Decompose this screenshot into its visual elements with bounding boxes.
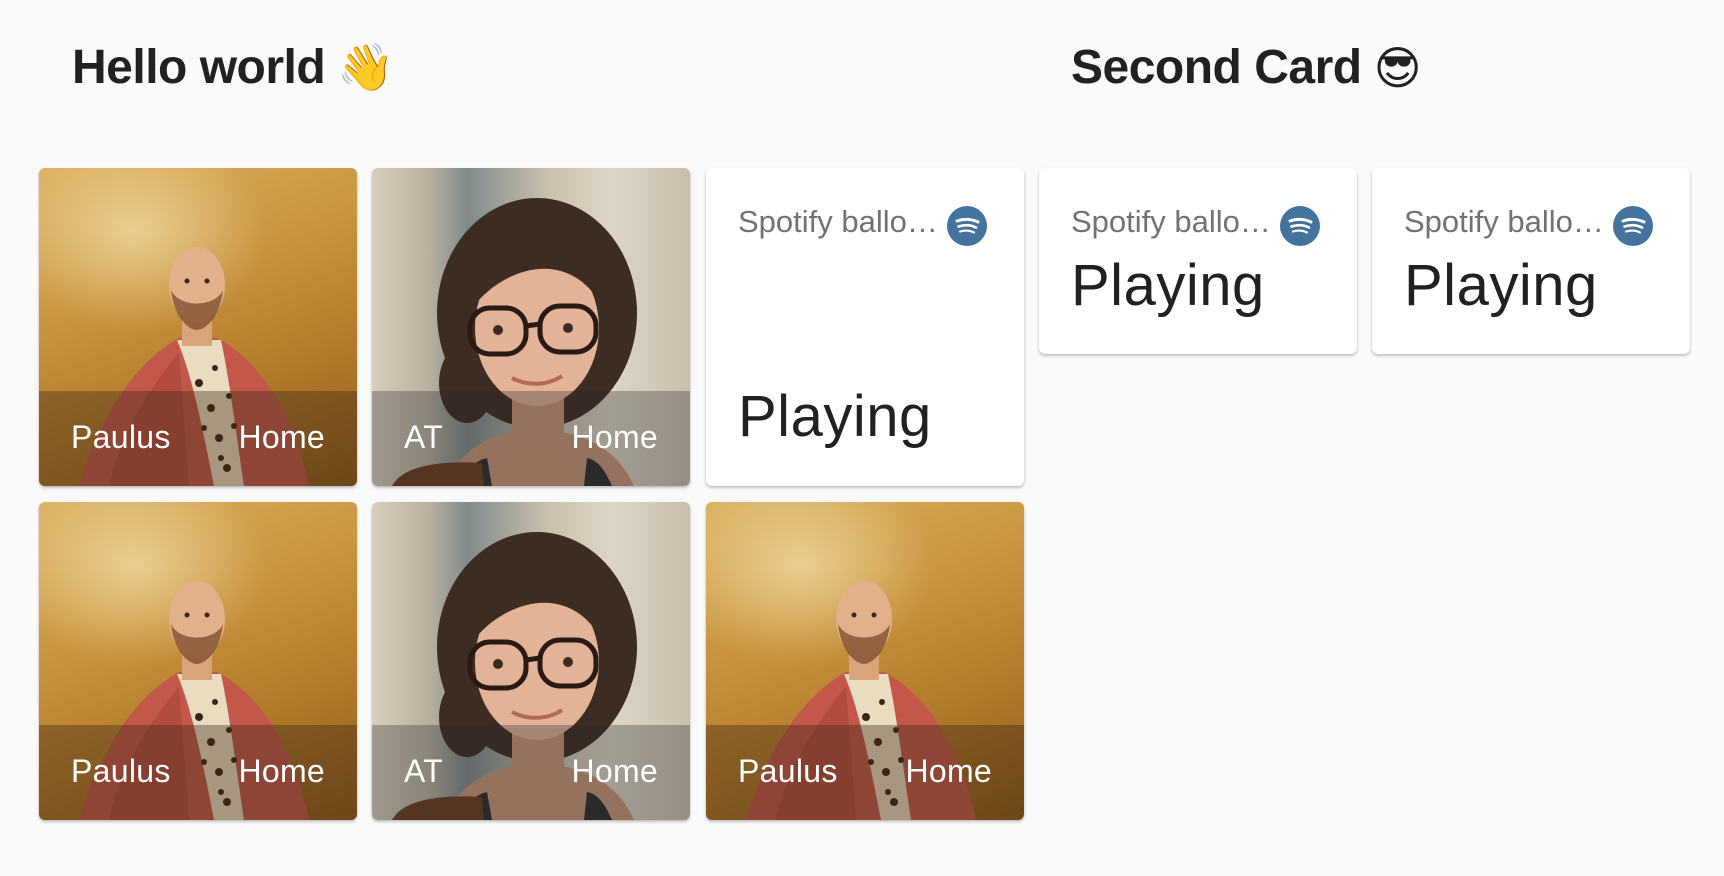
tile-state: Home <box>238 753 325 789</box>
tile-name: Paulus <box>738 753 838 789</box>
person-tile-paulus[interactable]: Paulus Home <box>39 502 357 820</box>
media-title: Spotify ballo… <box>1404 204 1604 239</box>
tile-state: Home <box>905 753 992 789</box>
media-state: Playing <box>738 384 932 449</box>
tile-name: Paulus <box>71 753 171 789</box>
person-tile-at[interactable]: AT Home <box>372 502 690 820</box>
person-tile-paulus[interactable]: Paulus Home <box>39 168 357 486</box>
media-tile-spotify[interactable]: Spotify ballo… Playing <box>1372 168 1690 354</box>
media-title: Spotify ballo… <box>738 204 938 239</box>
tile-state: Home <box>238 419 325 455</box>
tile-name: Paulus <box>71 419 171 455</box>
person-tile-paulus[interactable]: Paulus Home <box>706 502 1024 820</box>
spotify-icon <box>1280 206 1320 246</box>
media-tile-spotify[interactable]: Spotify ballo… Playing <box>706 168 1024 486</box>
media-title: Spotify ballo… <box>1071 204 1271 239</box>
media-tile-spotify[interactable]: Spotify ballo… Playing <box>1039 168 1357 354</box>
media-state: Playing <box>1404 253 1598 318</box>
tile-name: AT <box>404 753 444 789</box>
card-title-hello-world: Hello world 👋 <box>72 40 394 95</box>
tile-state: Home <box>571 419 658 455</box>
spotify-icon <box>1613 206 1653 246</box>
waving-hand-emoji-icon: 👋 <box>337 41 394 93</box>
tile-name: AT <box>404 419 444 455</box>
card-title-text: Second Card <box>1071 41 1362 94</box>
sunglasses-emoji-icon: 😎 <box>1373 41 1422 94</box>
media-state: Playing <box>1071 253 1265 318</box>
person-tile-at[interactable]: AT Home <box>372 168 690 486</box>
spotify-icon <box>947 206 987 246</box>
card-title-text: Hello world <box>72 41 326 94</box>
card-title-second-card: Second Card 😎 <box>1071 40 1422 95</box>
tile-state: Home <box>571 753 658 789</box>
